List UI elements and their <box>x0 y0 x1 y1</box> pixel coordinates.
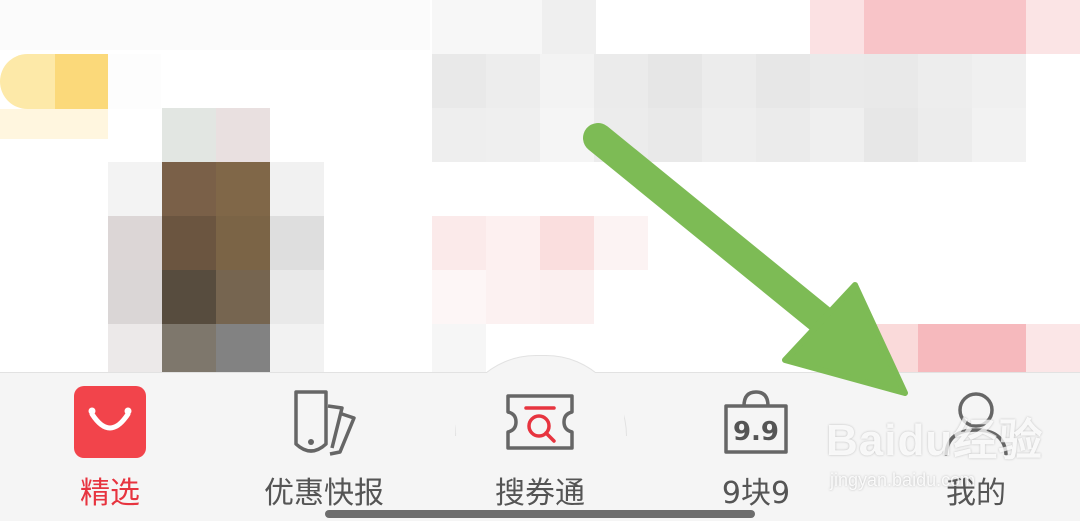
tab-featured-label: 精选 <box>80 476 140 511</box>
coupon-search-icon <box>502 384 578 460</box>
tab-9-9[interactable]: 9.9 9块9 <box>676 384 836 511</box>
tag-cards-icon <box>286 384 362 460</box>
tab-featured[interactable]: 精选 <box>30 384 190 511</box>
tab-coupon-search[interactable]: 搜券通 <box>460 384 620 511</box>
tab-deals-news-label: 优惠快报 <box>264 476 384 511</box>
tab-deals-news[interactable]: 优惠快报 <box>244 384 404 511</box>
watermark-logo: Baidu经验 <box>826 416 1044 465</box>
bag-smile-icon <box>72 384 148 460</box>
pixelated-content <box>0 0 1080 372</box>
bag-9.9-icon: 9.9 <box>718 384 794 460</box>
baidu-watermark: Baidu经验 jingyan.baidu.com <box>826 404 1066 504</box>
home-indicator <box>325 510 755 518</box>
tab-9-9-label: 9块9 <box>721 476 791 511</box>
bag-price-text: 9.9 <box>733 417 779 447</box>
watermark-url: jingyan.baidu.com <box>830 470 976 490</box>
tab-coupon-search-label: 搜券通 <box>495 476 585 511</box>
